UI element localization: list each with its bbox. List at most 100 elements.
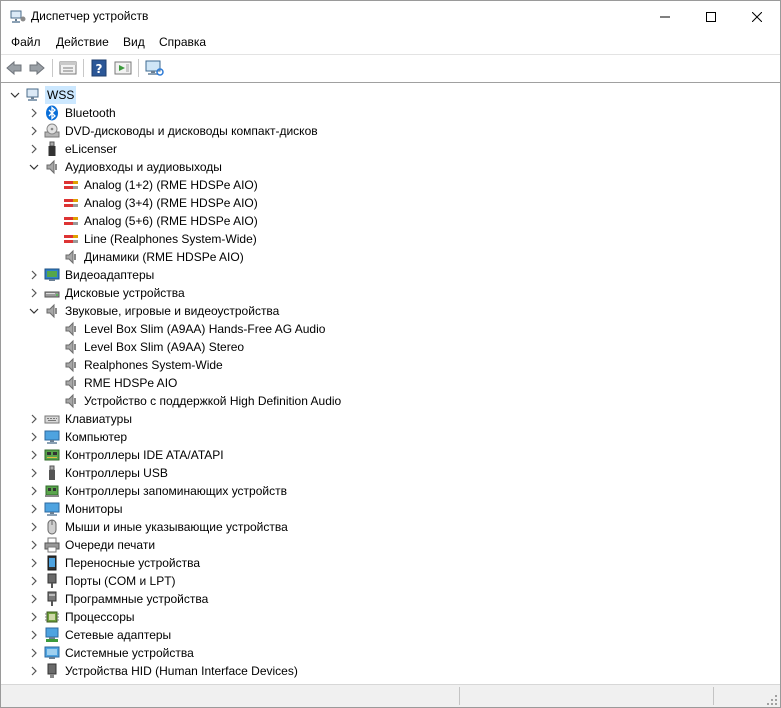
tree-device-label: RME HDSPe AIO — [84, 376, 178, 390]
chevron-right-icon[interactable] — [27, 482, 41, 500]
tree-category[interactable]: Системные устройства — [27, 644, 727, 662]
tree-root[interactable]: WSS — [8, 86, 308, 104]
window-title: Диспетчер устройств — [31, 9, 149, 23]
chevron-right-icon[interactable] — [27, 554, 41, 572]
status-pane-divider — [713, 687, 715, 705]
toolbar-separator — [138, 59, 139, 77]
speaker-icon — [65, 357, 76, 373]
speaker-icon — [65, 375, 76, 391]
tree-device[interactable]: Устройство с поддержкой High Definition … — [63, 392, 723, 410]
title-bar[interactable]: Диспетчер устройств — [1, 1, 780, 32]
hid-device-icon — [47, 663, 57, 678]
speaker-icon — [46, 159, 57, 175]
device-tree[interactable]: WSS Bluetooth DVD-дисководы и дисководы ко… — [2, 83, 779, 683]
tree-category-label: Видеоадаптеры — [65, 268, 155, 282]
chevron-right-icon[interactable] — [27, 464, 41, 482]
chevron-right-icon[interactable] — [27, 284, 41, 302]
chevron-right-icon[interactable] — [27, 428, 41, 446]
tree-category[interactable]: Порты (COM и LPT) — [27, 572, 727, 590]
tree-category[interactable]: Переносные устройства — [27, 554, 727, 572]
tree-category[interactable]: Клавиатуры — [27, 410, 727, 428]
chevron-right-icon[interactable] — [27, 446, 41, 464]
menu-view[interactable]: Вид — [123, 35, 145, 49]
chevron-right-icon[interactable] — [27, 518, 41, 536]
tree-category-label: Мониторы — [65, 502, 123, 516]
toolbar-separator — [83, 59, 84, 77]
tree-category[interactable]: Мониторы — [27, 500, 727, 518]
back-arrow-icon[interactable] — [4, 59, 24, 77]
speaker-icon — [46, 303, 57, 319]
usb-key-icon — [48, 141, 56, 156]
chevron-right-icon[interactable] — [27, 644, 41, 662]
chevron-right-icon[interactable] — [27, 608, 41, 626]
tree-category[interactable]: Программные устройства — [27, 590, 727, 608]
tree-category[interactable]: Контроллеры запоминающих устройств — [27, 482, 727, 500]
speaker-icon — [65, 249, 76, 265]
maximize-button[interactable] — [688, 1, 734, 32]
tree-device[interactable]: Realphones System-Wide — [63, 356, 723, 374]
tree-category[interactable]: Контроллеры USB — [27, 464, 727, 482]
menu-action[interactable]: Действие — [56, 35, 109, 49]
tree-device[interactable]: Level Box Slim (A9AA) Hands-Free AG Audi… — [63, 320, 723, 338]
chevron-right-icon[interactable] — [27, 626, 41, 644]
speaker-icon — [65, 393, 76, 409]
tree-category[interactable]: Очереди печати — [27, 536, 727, 554]
tree-category[interactable]: Процессоры — [27, 608, 727, 626]
chevron-right-icon[interactable] — [27, 140, 41, 158]
tree-category[interactable]: Дисковые устройства — [27, 284, 727, 302]
tree-category[interactable]: eLicenser — [27, 140, 727, 158]
minimize-button[interactable] — [642, 1, 688, 32]
chevron-right-icon[interactable] — [27, 266, 41, 284]
scan-hardware-icon[interactable] — [144, 59, 164, 77]
tree-category-label: Дисковые устройства — [65, 286, 185, 300]
tree-device[interactable]: Analog (3+4) (RME HDSPe AIO) — [63, 194, 723, 212]
tree-category[interactable]: Устройства HID (Human Interface Devices) — [27, 662, 727, 680]
tree-category[interactable]: Мыши и иные указывающие устройства — [27, 518, 727, 536]
tree-category[interactable]: Bluetooth — [27, 104, 727, 122]
resize-grip-icon[interactable] — [766, 694, 778, 706]
tree-category[interactable]: Звуковые, игровые и видеоустройства — [27, 302, 727, 320]
tree-category-label: Контроллеры USB — [65, 466, 168, 480]
tree-category-label: Контроллеры запоминающих устройств — [65, 484, 287, 498]
chevron-down-icon[interactable] — [27, 158, 41, 176]
tree-category[interactable]: DVD-дисководы и дисководы компакт-дисков — [27, 122, 727, 140]
chevron-right-icon[interactable] — [27, 536, 41, 554]
chevron-down-icon[interactable] — [8, 86, 22, 104]
chevron-right-icon[interactable] — [27, 572, 41, 590]
tree-category-label: Процессоры — [65, 610, 135, 624]
speaker-icon — [65, 321, 76, 337]
chevron-right-icon[interactable] — [27, 104, 41, 122]
tree-category[interactable]: Сетевые адаптеры — [27, 626, 727, 644]
chevron-right-icon[interactable] — [27, 410, 41, 428]
tree-category[interactable]: Контроллеры IDE ATA/ATAPI — [27, 446, 727, 464]
tree-device[interactable]: Analog (1+2) (RME HDSPe AIO) — [63, 176, 723, 194]
chevron-right-icon[interactable] — [27, 500, 41, 518]
audio-cable-icon — [64, 235, 78, 243]
tree-device[interactable]: Line (Realphones System-Wide) — [63, 230, 723, 248]
tree-device[interactable]: Динамики (RME HDSPe AIO) — [63, 248, 723, 266]
tree-device-label: Analog (1+2) (RME HDSPe AIO) — [84, 178, 258, 192]
properties-icon[interactable] — [58, 59, 78, 77]
forward-arrow-icon[interactable] — [27, 59, 47, 77]
help-icon[interactable]: ? — [89, 59, 109, 77]
tree-category-label: Мыши и иные указывающие устройства — [65, 520, 288, 534]
toolbar: ? — [1, 54, 780, 83]
tree-category-label: Сетевые адаптеры — [65, 628, 172, 642]
tree-device[interactable]: Analog (5+6) (RME HDSPe AIO) — [63, 212, 723, 230]
tree-device[interactable]: RME HDSPe AIO — [63, 374, 723, 392]
close-button[interactable] — [734, 1, 780, 32]
chevron-right-icon[interactable] — [27, 122, 41, 140]
software-device-icon — [47, 591, 57, 606]
chevron-right-icon[interactable] — [27, 662, 41, 680]
tree-device[interactable]: Level Box Slim (A9AA) Stereo — [63, 338, 723, 356]
chevron-right-icon[interactable] — [27, 590, 41, 608]
menu-help[interactable]: Справка — [159, 35, 206, 49]
action-pane-icon[interactable] — [113, 59, 133, 77]
menu-file[interactable]: Файл — [11, 35, 41, 49]
tree-category[interactable]: Видеоадаптеры — [27, 266, 727, 284]
tree-category-label: Программные устройства — [65, 592, 209, 606]
tree-category[interactable]: Компьютер — [27, 428, 727, 446]
tree-category[interactable]: Аудиовходы и аудиовыходы — [27, 158, 727, 176]
display-adapter-icon — [44, 268, 60, 281]
chevron-down-icon[interactable] — [27, 302, 41, 320]
